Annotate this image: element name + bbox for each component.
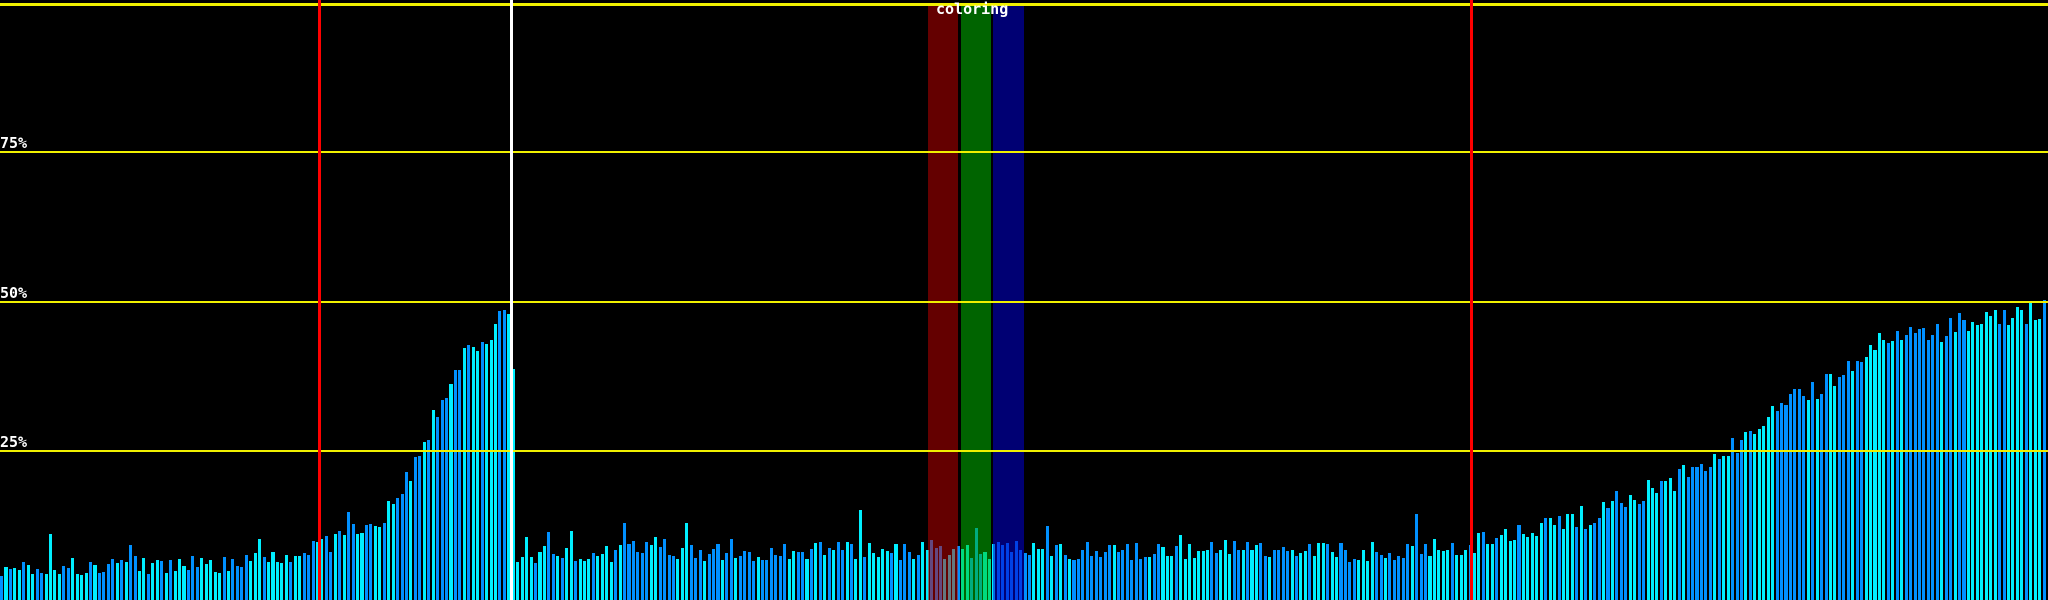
coloring-progress-chart: 75% 50% 25% coloring <box>0 0 2048 600</box>
y-tick-25: 25% <box>0 433 28 451</box>
axis-labels-layer: 75% 50% 25% coloring <box>0 0 2048 600</box>
coloring-label: coloring <box>936 0 1009 18</box>
y-tick-75: 75% <box>0 134 28 152</box>
y-tick-50: 50% <box>0 284 28 302</box>
